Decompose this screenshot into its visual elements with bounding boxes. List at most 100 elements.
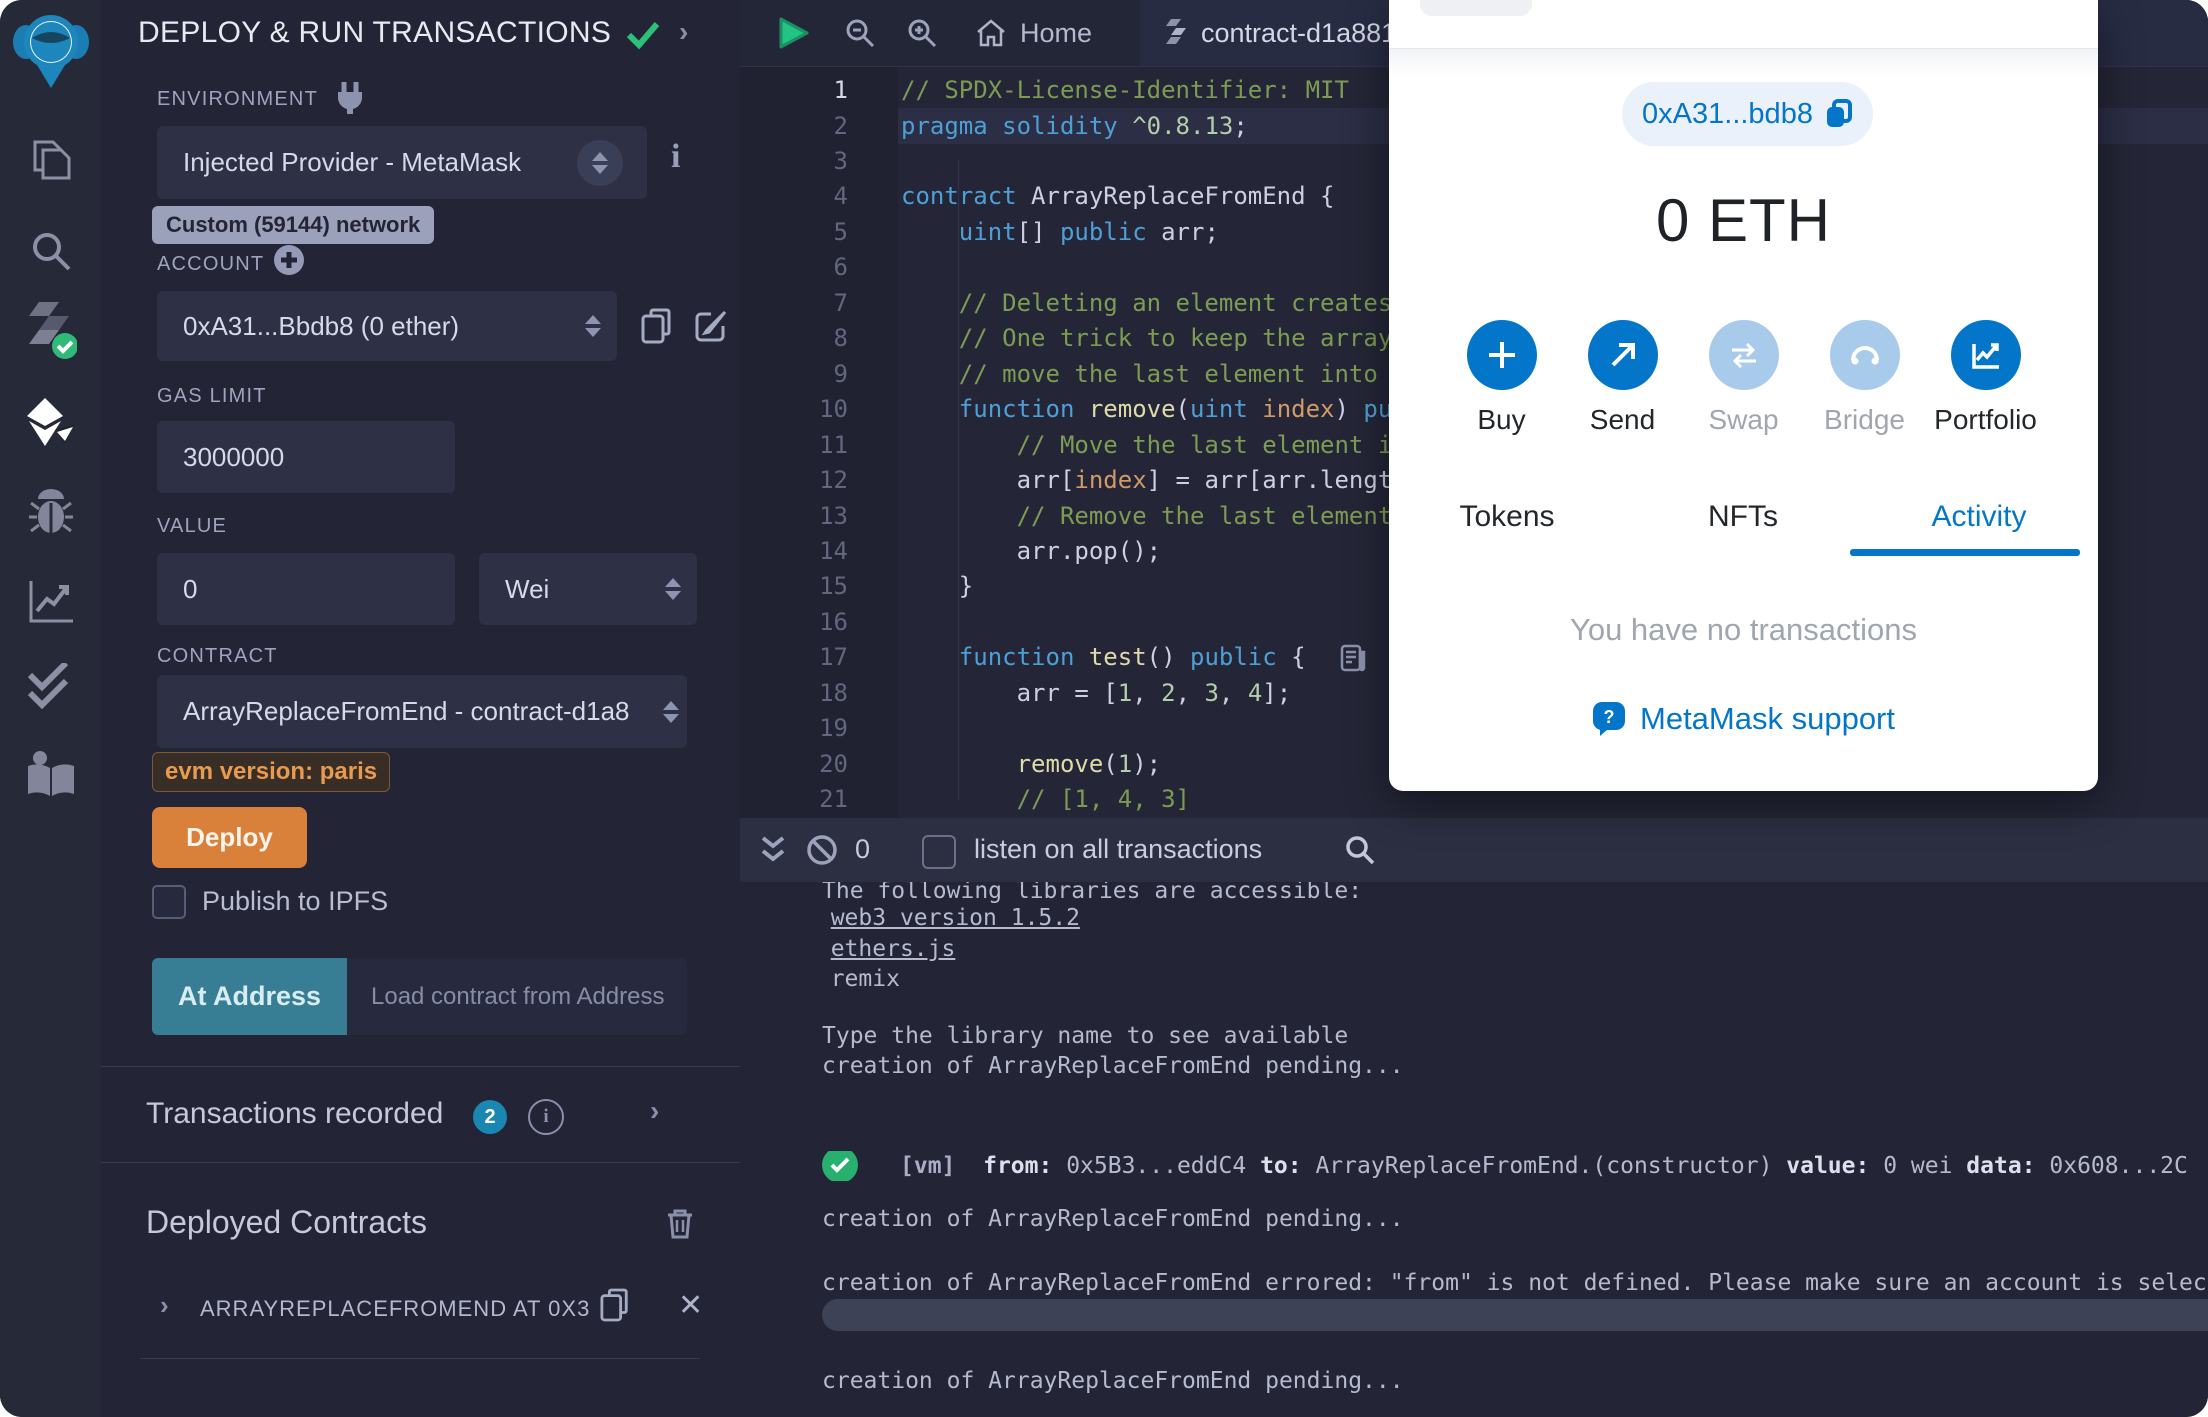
evm-version-badge: evm version: paris [152, 752, 391, 792]
expand-terminal-icon[interactable] [758, 834, 788, 866]
edit-account-icon[interactable] [695, 308, 729, 342]
terminal-scrollbar[interactable] [822, 1299, 2208, 1331]
code-line: // [1, 4, 3] [901, 785, 1190, 814]
line-number: 7 [833, 288, 848, 317]
zoom-out-icon[interactable] [845, 18, 875, 48]
file-explorer-icon[interactable] [27, 136, 75, 189]
contract-value: ArrayReplaceFromEnd - contract-d1a8 [183, 696, 630, 726]
account-label: ACCOUNT [157, 253, 265, 275]
learneth-book-icon[interactable] [26, 750, 76, 803]
terminal-line: creation of ArrayReplaceFromEnd pending.… [822, 1206, 1404, 1232]
clear-console-icon[interactable] [806, 834, 838, 866]
at-address-button[interactable]: At Address [152, 958, 347, 1035]
send-arrow-icon [1611, 343, 1635, 367]
panel-collapse-chevron[interactable]: › [679, 16, 688, 48]
svg-text:?: ? [1604, 707, 1615, 727]
publish-ipfs-checkbox[interactable] [152, 885, 186, 919]
copy-account-icon[interactable] [641, 308, 673, 344]
run-free-function-icon[interactable] [1340, 644, 1366, 672]
terminal-text: remix [830, 966, 900, 992]
search-icon[interactable] [28, 228, 74, 279]
tab-nfts[interactable]: NFTs [1625, 500, 1861, 534]
transactions-expand-chevron[interactable]: › [650, 1095, 659, 1127]
deploy-button[interactable]: Deploy [152, 807, 307, 868]
transactions-info-icon[interactable]: i [528, 1099, 564, 1135]
icon-rail [0, 0, 102, 1417]
environment-stepper-icon[interactable] [577, 139, 623, 186]
portfolio-button[interactable]: Portfolio [1925, 320, 2046, 436]
clear-deployed-trash-icon[interactable] [666, 1208, 694, 1240]
environment-info-icon[interactable]: i [671, 138, 680, 176]
listen-transactions-checkbox[interactable] [922, 835, 956, 869]
metamask-popup: 0xA31...bdb8 0 ETH Buy Send Swap Bridge … [1389, 0, 2098, 791]
account-address-pill[interactable]: 0xA31...bdb8 [1622, 82, 1873, 146]
tab-tokens[interactable]: Tokens [1389, 500, 1625, 534]
contract-select[interactable]: ArrayReplaceFromEnd - contract-d1a8 [157, 675, 687, 748]
terminal-line: • remix [822, 964, 2208, 994]
terminal-line: [vm] from: 0x5B3...eddC4 to: ArrayReplac… [822, 1151, 2208, 1181]
checks-icon[interactable] [26, 660, 76, 714]
code-line: arr[index] = arr[arr.lengt [901, 466, 1393, 495]
solidity-file-icon [1166, 19, 1186, 44]
metamask-tabs: Tokens NFTs Activity [1389, 500, 2098, 534]
bridge-button[interactable]: Bridge [1804, 320, 1925, 436]
code-line: contract ArrayReplaceFromEnd { [901, 182, 1335, 211]
terminal: 0 listen on all transactions The followi… [740, 818, 2208, 1417]
load-contract-address-input[interactable]: Load contract from Address [347, 958, 687, 1035]
line-number: 2 [833, 111, 848, 140]
tab-activity[interactable]: Activity [1861, 500, 2097, 534]
gas-limit-input[interactable]: 3000000 [157, 421, 455, 493]
action-buttons-row: Buy Send Swap Bridge Portfolio [1389, 320, 2098, 436]
environment-select[interactable]: Injected Provider - MetaMask [157, 126, 647, 199]
swap-button[interactable]: Swap [1683, 320, 1804, 436]
support-question-icon: ? [1593, 702, 1625, 736]
line-number: 13 [819, 501, 848, 530]
value-input[interactable]: 0 [157, 553, 455, 625]
deployed-contract-item[interactable]: ARRAYREPLACEFROMEND AT 0X3 [200, 1296, 590, 1322]
statistics-icon[interactable] [27, 577, 75, 630]
plug-icon [338, 82, 362, 114]
line-number: 14 [819, 537, 848, 565]
metamask-support-link[interactable]: ? MetaMask support [1389, 701, 2098, 737]
line-number: 20 [819, 749, 848, 778]
remove-deployed-icon[interactable]: ✕ [678, 1288, 703, 1323]
line-number: 17 [819, 643, 848, 672]
panel-title: DEPLOY & RUN TRANSACTIONS [138, 16, 612, 49]
buy-button[interactable]: Buy [1441, 320, 1562, 436]
value-amount: 0 [183, 573, 198, 604]
line-number: 3 [833, 146, 848, 175]
tab-home-label: Home [1020, 17, 1093, 48]
terminal-link[interactable]: ethers.js [831, 936, 956, 962]
add-account-icon[interactable] [273, 244, 305, 276]
deploy-run-icon[interactable] [25, 396, 77, 453]
tab-home[interactable]: Home [976, 0, 1092, 66]
line-number: 15 [819, 572, 848, 601]
value-unit-select[interactable]: Wei [479, 553, 697, 625]
account-value: 0xA31...Bbdb8 (0 ether) [183, 310, 460, 341]
deployed-contract-expand-chevron[interactable]: › [160, 1290, 169, 1321]
deployed-contracts-title: Deployed Contracts [146, 1204, 428, 1240]
terminal-line: creation of ArrayReplaceFromEnd pending.… [822, 1053, 1404, 1079]
debugger-icon[interactable] [27, 487, 75, 542]
line-number: 19 [819, 714, 848, 743]
copy-address-icon [1826, 99, 1852, 127]
zoom-in-icon[interactable] [907, 18, 937, 48]
terminal-link[interactable]: web3 version 1.5.2 [831, 905, 1080, 931]
send-button[interactable]: Send [1562, 320, 1683, 436]
line-number: 1 [833, 76, 848, 104]
terminal-output[interactable]: The following libraries are accessible:•… [740, 882, 2208, 1417]
solidity-compiler-icon[interactable] [25, 300, 78, 365]
gas-limit-label: GAS LIMIT [157, 385, 267, 407]
swap-arrows-icon [1731, 342, 1756, 369]
line-number: 8 [833, 324, 848, 353]
transactions-recorded-label: Transactions recorded [146, 1097, 444, 1130]
run-script-play-icon[interactable] [777, 17, 809, 49]
account-address: 0xA31...bdb8 [1642, 97, 1813, 130]
account-select[interactable]: 0xA31...Bbdb8 (0 ether) [157, 291, 617, 361]
copy-deployed-address-icon[interactable] [600, 1288, 630, 1322]
terminal-search-icon[interactable] [1345, 835, 1375, 865]
remix-logo-icon[interactable] [12, 8, 90, 95]
terminal-line: • ethers.js [822, 934, 2208, 964]
network-badge: Custom (59144) network [152, 206, 435, 244]
line-number: 11 [819, 430, 848, 459]
